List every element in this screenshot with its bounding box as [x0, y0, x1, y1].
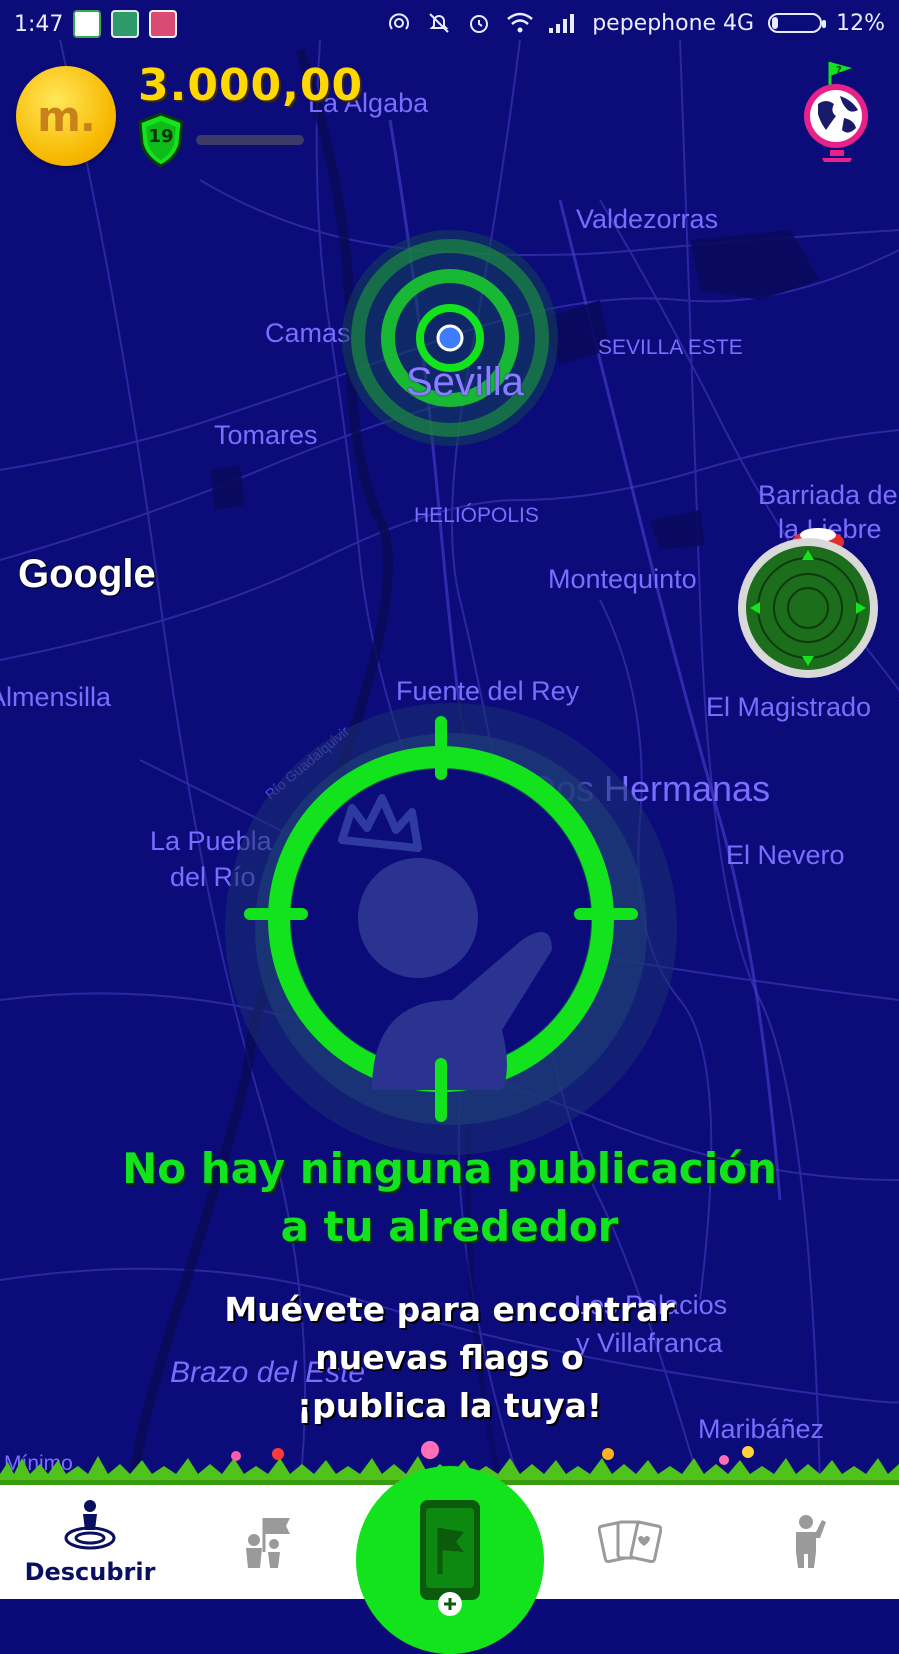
nav-profile[interactable]	[760, 1485, 860, 1599]
empty-title-line2: a tu alrededor	[280, 1202, 619, 1251]
empty-subtitle-line1: Muévete para encontrar	[224, 1290, 675, 1329]
level-number: 19	[148, 126, 174, 147]
place-montequinto: Montequinto	[548, 564, 697, 594]
silent-icon	[429, 13, 449, 33]
nav-cards[interactable]	[580, 1485, 680, 1599]
flag-people-icon	[246, 1518, 290, 1568]
wifi-icon	[507, 12, 534, 33]
battery-percent: 12%	[836, 10, 885, 36]
calendar-app-icon	[149, 10, 178, 38]
clock: 1:47	[14, 11, 64, 37]
signal-icon	[549, 14, 575, 33]
place-heliopolis: HELIÓPOLIS	[414, 504, 539, 527]
place-sevilla-este: SEVILLA ESTE	[598, 336, 743, 359]
nav-flags[interactable]	[220, 1485, 320, 1599]
map[interactable]: La Algaba Valdezorras Camas SEVILLA ESTE…	[0, 0, 899, 1485]
coin-symbol: m.	[37, 91, 96, 141]
coins-balance: 3.000,00	[138, 60, 364, 111]
xp-progress-bar	[196, 135, 304, 145]
alarm-icon	[470, 15, 489, 33]
place-tomares: Tomares	[214, 420, 318, 450]
level-badge[interactable]: 19	[136, 112, 186, 168]
discover-icon	[64, 1500, 116, 1550]
status-bar: 1:47 pepephone 4G 12%	[0, 0, 899, 50]
nav-discover[interactable]: Descubrir	[10, 1485, 170, 1599]
new-flag-icon	[420, 1500, 480, 1616]
place-almensilla: Almensilla	[0, 682, 112, 712]
app-root: { "status_bar": { "time": "1:47", "carri…	[0, 0, 899, 1654]
status-right: pepephone 4G 12%	[386, 10, 885, 36]
cards-icon	[598, 1520, 662, 1564]
empty-subtitle-line2: nuevas flags o	[315, 1338, 584, 1377]
empty-title-line1: No hay ninguna publicación	[122, 1144, 777, 1193]
empty-state-title: No hay ninguna publicación a tu alrededo…	[0, 1140, 899, 1256]
place-valdezorras: Valdezorras	[576, 204, 719, 234]
place-el-nevero: El Nevero	[726, 840, 845, 870]
nav-discover-label: Descubrir	[24, 1558, 156, 1586]
battery-icon	[768, 13, 827, 33]
scanner-target	[225, 703, 677, 1155]
status-left: 1:47	[14, 10, 178, 38]
google-app-icon	[73, 10, 102, 38]
empty-state-subtitle: Muévete para encontrar nuevas flags o ¡p…	[0, 1286, 899, 1430]
svg-text:?: ?	[836, 65, 842, 76]
radar-scan-button[interactable]	[736, 520, 880, 680]
user-location-marker	[342, 230, 558, 446]
new-flag-button[interactable]	[356, 1466, 544, 1654]
empty-subtitle-line3: ¡publica la tuya!	[297, 1386, 602, 1425]
carrier-label: pepephone 4G	[592, 10, 755, 36]
coin-icon[interactable]: m.	[16, 66, 116, 166]
profile-icon	[796, 1515, 826, 1568]
android-app-icon	[111, 10, 140, 38]
battery-level	[772, 17, 778, 29]
hotspot-icon	[389, 13, 410, 30]
place-el-magistrado: El Magistrado	[706, 692, 872, 722]
place-barriada: Barriada de	[758, 480, 898, 510]
google-attribution: Google	[18, 552, 156, 596]
place-sevilla: Sevilla	[406, 360, 524, 404]
globe-flag-icon[interactable]: ?	[800, 58, 874, 166]
